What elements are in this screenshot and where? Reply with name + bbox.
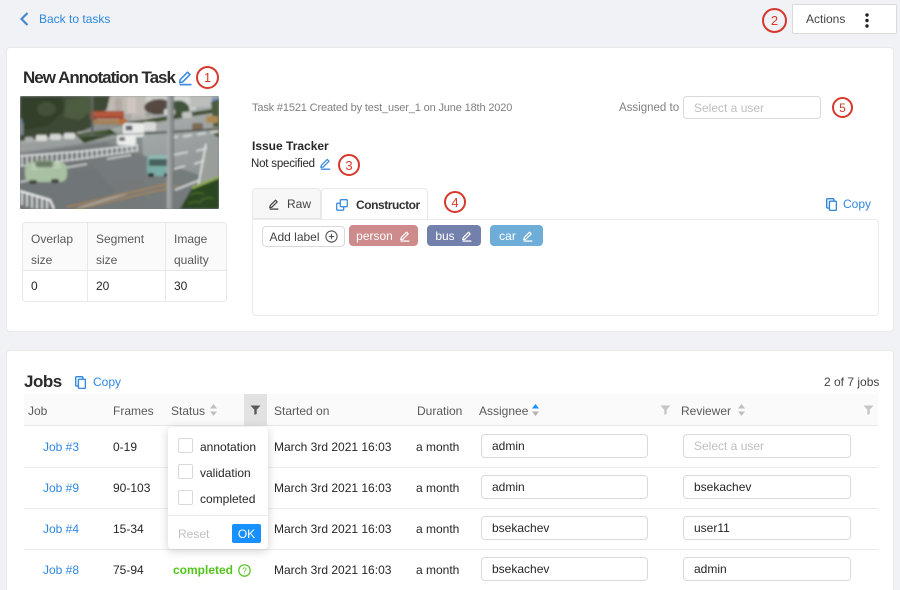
svg-text:?: ?	[242, 566, 247, 575]
